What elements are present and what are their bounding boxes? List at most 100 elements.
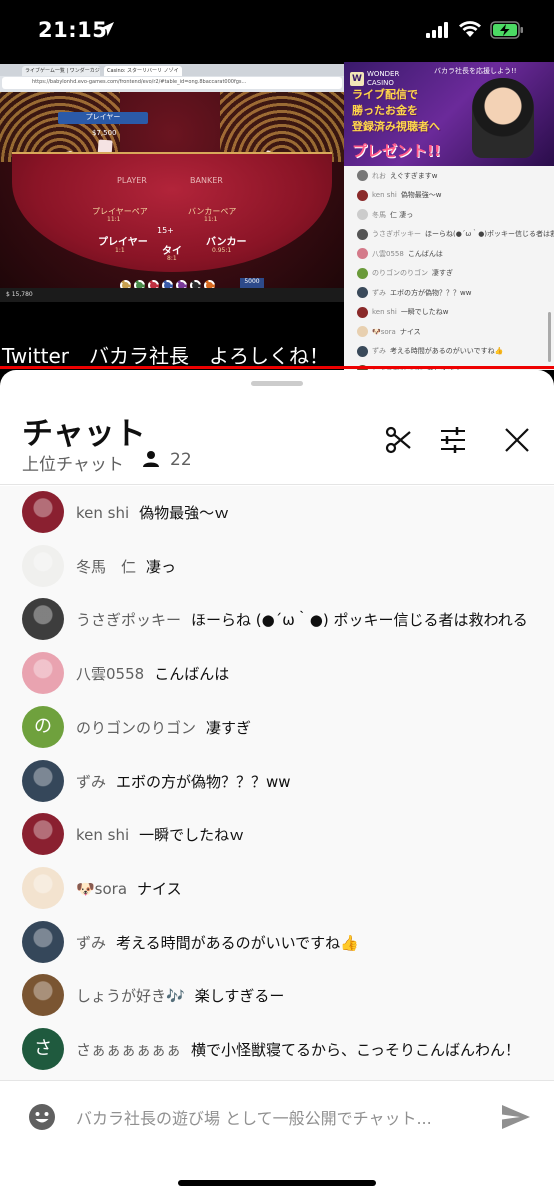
chat-message-text: ナイス (137, 879, 182, 898)
chat-author[interactable]: しょうが好き🎶 (76, 987, 185, 1005)
chat-message-text: 凄っ (146, 557, 177, 576)
avatar[interactable] (22, 598, 64, 641)
avatar[interactable] (22, 491, 64, 533)
overlay-chat-row: ずみ 考える時間があるのがいいですね👍 (344, 342, 554, 362)
chat-message[interactable]: うさぎポッキー ほーらね (●´ω｀●) ポッキー信じる者は救われる (0, 593, 554, 645)
avatar[interactable] (22, 920, 64, 963)
video-progress-bar[interactable] (0, 366, 554, 369)
browser-tab: ライブゲーム一覧 | ワンダーカジノ (22, 66, 100, 76)
overlay-message: 偽物最強〜w (400, 191, 442, 200)
avatar[interactable] (22, 866, 64, 909)
person-icon (143, 451, 159, 467)
overlay-message: こんばんは (407, 249, 443, 258)
overlay-message: 仁 凄っ (390, 210, 414, 219)
banker-pair-odds: 11:1 (204, 216, 218, 223)
chat-message[interactable]: ののりゴンのりゴン 凄すぎ (0, 701, 554, 753)
chat-author[interactable]: ずみ (76, 773, 106, 791)
stream-overlay-caption: Twitter バカラ社長 よろしくね！ (2, 344, 330, 368)
overlay-message: 考える時間があるのがいいですね👍 (390, 347, 504, 356)
banker-area-label: BANKER (190, 176, 223, 185)
overlay-scrollbar (548, 312, 551, 362)
chat-message[interactable]: 冬馬 仁凄っ (0, 540, 554, 592)
player-badge: プレイヤー (58, 112, 148, 124)
drag-handle[interactable] (251, 381, 303, 386)
chat-message-text: 楽しすぎるー (194, 987, 285, 1006)
chat-author[interactable]: ken shi (76, 826, 129, 844)
chat-author[interactable]: のりゴンのりゴン (76, 719, 196, 737)
chat-message-body: 冬馬 仁凄っ (76, 556, 176, 577)
chat-message[interactable]: しょうが好き🎶 楽しすぎるー (0, 969, 554, 1021)
game-status-bar: $ 15,780 (0, 288, 344, 302)
scissors-icon[interactable] (385, 426, 413, 454)
close-icon[interactable] (503, 426, 531, 454)
chat-message[interactable]: ずみ 考える時間があるのがいいですね👍 (0, 916, 554, 968)
player-pair-odds: 11:1 (107, 216, 121, 223)
table-felt: PLAYER BANKER プレイヤーペア 11:1 バンカーペア 11:1 プ… (12, 152, 332, 272)
player-bet-label[interactable]: プレイヤー (98, 233, 148, 248)
status-time: 21:15 (38, 18, 108, 42)
chat-mode-label[interactable]: 上位チャット (22, 455, 124, 475)
chat-message-list[interactable]: ken shi 偽物最強〜ｗ 冬馬 仁凄っうさぎポッキー ほーらね (●´ω｀●) ポ… (0, 486, 554, 1080)
chat-message[interactable]: ささぁぁぁぁぁぁ 横で小怪獣寝てるから、こっそりこんばんわん！ (0, 1023, 554, 1075)
chat-input[interactable] (76, 1106, 476, 1130)
avatar[interactable]: の (22, 705, 64, 748)
banker-bet-label[interactable]: バンカー (206, 233, 247, 248)
chat-message[interactable]: ken shi 偽物最強〜ｗ (0, 486, 554, 538)
overlay-message: 一瞬でしたねw (400, 308, 449, 317)
overlay-chat-row: うさぎポッキーほーらね(●´ω｀●)ポッキー信じる者は救われる (344, 225, 554, 245)
chat-author[interactable]: うさぎポッキー (76, 611, 181, 629)
chat-author[interactable]: さぁぁぁぁぁぁ (76, 1041, 181, 1059)
avatar[interactable] (22, 652, 64, 695)
chat-message-body: さぁぁぁぁぁぁ 横で小怪獣寝てるから、こっそりこんばんわん！ (76, 1039, 520, 1060)
video-player[interactable]: ライブゲーム一覧 | ワンダーカジノ Casino: スターリバーリ ノゾイ h… (0, 62, 554, 370)
avatar[interactable]: さ (22, 1028, 64, 1070)
chat-author[interactable]: 八雲0558 (76, 665, 144, 683)
overlay-message: 凄すぎ (432, 269, 453, 278)
chat-message-text: 一瞬でしたねｗ (139, 826, 245, 845)
chat-message[interactable]: ken shi 一瞬でしたねｗ (0, 808, 554, 860)
chat-author[interactable]: ken shi (76, 504, 129, 522)
overlay-chat-row: 八雲0558 こんばんは (344, 244, 554, 264)
chat-message-body: ずみ 考える時間があるのがいいですね👍 (76, 932, 359, 953)
wifi-icon (459, 21, 481, 37)
chat-message[interactable]: 八雲0558 こんばんは (0, 647, 554, 699)
chat-author[interactable]: ずみ (76, 934, 106, 952)
chat-message-text: エボの方が偽物？？？ww (116, 772, 291, 791)
banker-odds: 0.95:1 (212, 247, 232, 254)
sliders-icon[interactable] (439, 426, 467, 454)
balance-text: $ 15,780 (6, 291, 33, 298)
chat-message-body: のりゴンのりゴン 凄すぎ (76, 717, 251, 738)
overlay-avatar (357, 345, 368, 357)
ad-present-text: プレゼント!! (352, 142, 441, 160)
overlay-message: エボの方が偽物？？？ww (390, 288, 472, 297)
ad-character-illustration (472, 78, 534, 158)
chat-author[interactable]: 🐶sora (76, 880, 127, 898)
cellular-signal-icon (426, 22, 448, 38)
overlay-chat-row: ken shi 一瞬でしたねw (344, 303, 554, 323)
overlay-message: えぐすぎますw (390, 171, 438, 180)
avatar[interactable] (22, 813, 64, 856)
chat-message[interactable]: 🐶sora ナイス (0, 862, 554, 914)
player-odds: 1:1 (115, 247, 125, 254)
send-icon[interactable] (500, 1103, 532, 1131)
bet-amount: $7,500 (92, 129, 117, 137)
home-indicator[interactable] (178, 1180, 376, 1186)
overlay-avatar (357, 306, 368, 318)
overlay-author: 八雲0558 (372, 249, 404, 258)
chat-message-body: ken shi 偽物最強〜ｗ (76, 502, 229, 523)
ad-line: ライブ配信で (352, 88, 418, 101)
casino-ad-banner: W WONDER CASINO バカラ社長を応援しよう!! ライブ配信で 勝った… (344, 62, 554, 166)
chat-mode-selector[interactable]: 上位チャット (22, 450, 124, 475)
ad-top-text: バカラ社長を応援しよう!! (434, 67, 517, 75)
chat-message-body: しょうが好き🎶 楽しすぎるー (76, 985, 284, 1006)
header-divider (0, 484, 554, 485)
avatar[interactable] (22, 759, 64, 802)
chat-panel: チャット 上位チャット 22 ken shi 偽物最強〜ｗ 冬馬 仁凄っ うさぎポッキ… (0, 370, 554, 1200)
overlay-avatar (357, 228, 368, 240)
chat-message[interactable]: ずみ エボの方が偽物？？？ww (0, 755, 554, 807)
emoji-icon[interactable] (28, 1103, 56, 1131)
chat-author[interactable]: 冬馬 仁 (76, 558, 136, 576)
avatar[interactable] (22, 974, 64, 1017)
avatar[interactable] (22, 544, 64, 587)
ad-line: 勝ったお金を (352, 104, 418, 117)
